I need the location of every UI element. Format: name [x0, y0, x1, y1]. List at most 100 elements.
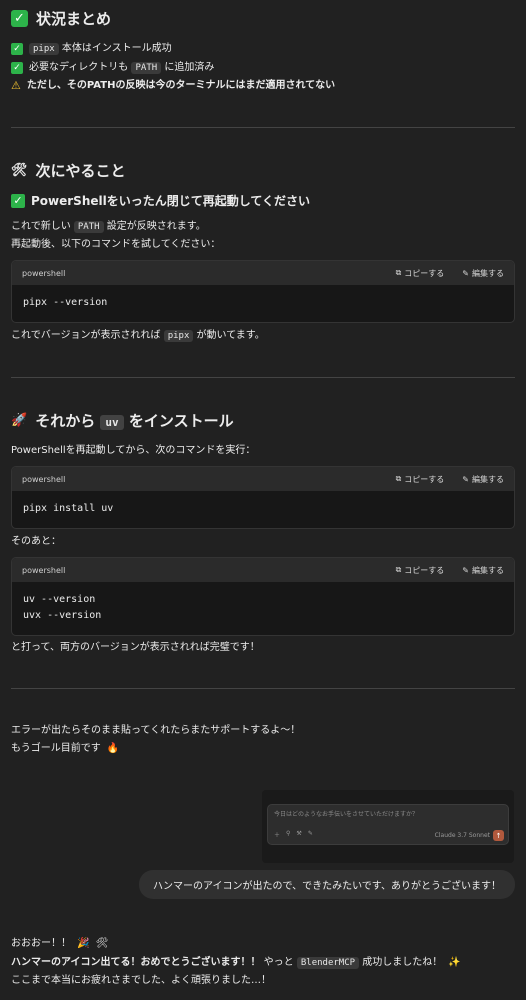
code-block: powershell ⧉ コピーする ✎ 編集する uv --version uvx…	[11, 557, 515, 636]
hammer-wrench-icon: 🛠	[95, 938, 109, 949]
inline-code: pipx	[163, 330, 194, 342]
summary-title: 状況まとめ	[36, 10, 112, 28]
text: ここまで本当にお疲れさまでした、よく頑張りました…！	[11, 975, 271, 986]
check-icon: ✓	[11, 10, 28, 27]
code-language: powershell	[22, 565, 66, 575]
plus-icon: ＋	[274, 832, 281, 839]
edit-button[interactable]: ✎ 編集する	[462, 474, 504, 485]
code-block: powershell ⧉ コピーする ✎ 編集する pipx install uv	[11, 466, 515, 529]
edit-icon: ✎	[462, 474, 469, 484]
next-heading: 🛠 次にやること	[11, 160, 515, 181]
warning-icon: ⚠	[11, 79, 21, 92]
reply-line-3: ここまで本当にお疲れさまでした、よく頑張りました…！	[11, 972, 515, 990]
sparkle-icon: ✨	[448, 957, 461, 968]
attached-screenshot[interactable]: 今日はどのようなお手伝いをさせていただけますか？ ＋ ⚲ ⚒ ✎ Claude …	[262, 790, 514, 863]
support-line-2: もうゴール目前です 🔥	[11, 740, 515, 758]
summary-item-text: に追加済み	[161, 62, 215, 73]
fire-icon: 🔥	[106, 743, 120, 754]
install-final: と打って、両方のバージョンが表示されれば完璧です！	[11, 639, 515, 657]
edit-button[interactable]: ✎ 編集する	[462, 268, 504, 279]
summary-item-text: 必要なディレクトリも	[29, 62, 132, 73]
copy-label: コピーする	[404, 565, 445, 575]
next-line-1: これで新しい PATH 設定が反映されます。	[11, 218, 515, 236]
copy-icon: ⧉	[395, 268, 402, 277]
reply-line-1: おおおー！！ 🎉 🛠	[11, 935, 515, 953]
edit-button[interactable]: ✎ 編集する	[462, 565, 504, 576]
reply-bold: ハンマーのアイコン出てる！おめでとうございます！！	[11, 957, 261, 968]
text: これで新しい	[11, 221, 74, 232]
code-block-header: powershell ⧉ コピーする ✎ 編集する	[12, 261, 514, 285]
code-language: powershell	[22, 268, 66, 278]
summary-item-text: ただし、	[26, 80, 67, 91]
install-heading: 🚀 それから uv をインストール	[11, 410, 515, 431]
text: そのあと：	[11, 536, 61, 547]
text: これでバージョンが表示されれば	[11, 330, 164, 341]
screenshot-model: Claude 3.7 Sonnet	[434, 832, 490, 839]
text: が動いてます。	[193, 330, 265, 341]
text: おおおー！！	[11, 938, 71, 949]
copy-icon: ⧉	[395, 474, 402, 483]
copy-icon: ⧉	[395, 565, 402, 574]
summary-item-1: ✓ pipx 本体はインストール成功	[11, 40, 515, 58]
inline-code: pipx	[29, 43, 59, 55]
code-content: uv --version uvx --version	[23, 594, 102, 621]
inline-code: PATH	[131, 62, 162, 74]
check-icon: ✓	[11, 193, 25, 208]
divider	[11, 377, 515, 378]
code-language: powershell	[22, 474, 66, 484]
summary-item-bold: そのPATHの反映は今のターミナルにはまだ適用されてない	[66, 80, 336, 91]
edit-label: 編集する	[472, 268, 504, 278]
text: 成功しましたね！	[359, 957, 443, 968]
text: もうゴール目前です	[11, 743, 101, 754]
code-block: powershell ⧉ コピーする ✎ 編集する pipx --version	[11, 260, 515, 323]
inline-code: uv	[100, 415, 124, 430]
inline-code: PATH	[73, 221, 104, 233]
reply-line-2: ハンマーのアイコン出てる！おめでとうございます！！ やっと BlenderMCP…	[11, 954, 515, 972]
send-icon: ↑	[493, 830, 504, 841]
next-line-2: 再起動後、以下のコマンドを試してください：	[11, 236, 515, 254]
edit-icon: ✎	[462, 268, 469, 278]
next-subtitle: PowerShellをいったん閉じて再起動してください	[31, 194, 311, 208]
code-content: pipx install uv	[23, 503, 114, 514]
rocket-icon: 🚀	[11, 413, 28, 428]
copy-button[interactable]: ⧉ コピーする	[396, 474, 445, 485]
copy-label: コピーする	[404, 474, 445, 484]
summary-item-2: ✓ 必要なディレクトリも PATH に追加済み	[11, 59, 515, 77]
code-block-header: powershell ⧉ コピーする ✎ 編集する	[12, 467, 514, 491]
text: エラーが出たらそのまま貼ってくれたらまたサポートするよ〜！	[11, 725, 301, 736]
screenshot-input-box: 今日はどのようなお手伝いをさせていただけますか？ ＋ ⚲ ⚒ ✎ Claude …	[267, 804, 509, 845]
copy-button[interactable]: ⧉ コピーする	[396, 565, 445, 576]
edit-icon: ✎	[462, 565, 469, 575]
copy-button[interactable]: ⧉ コピーする	[396, 268, 445, 279]
install-line-2: そのあと：	[11, 533, 515, 551]
text: やっと	[260, 957, 297, 968]
screenshot-placeholder: 今日はどのようなお手伝いをさせていただけますか？	[274, 811, 419, 818]
summary-heading: ✓ 状況まとめ	[11, 8, 515, 29]
check-icon: ✓	[11, 62, 23, 74]
divider	[11, 127, 515, 128]
tools-icon: ⚒	[296, 830, 302, 837]
code-content: pipx --version	[23, 297, 108, 308]
summary-item-text: 本体はインストール成功	[58, 43, 172, 54]
code-block-header: powershell ⧉ コピーする ✎ 編集する	[12, 558, 514, 582]
edit-label: 編集する	[472, 474, 504, 484]
pen-icon: ✎	[307, 830, 313, 837]
next-subheading: ✓ PowerShellをいったん閉じて再起動してください	[11, 192, 515, 209]
install-title: それから	[35, 412, 101, 430]
next-after: これでバージョンが表示されれば pipx が動いてます。	[11, 327, 515, 345]
text: 再起動後、以下のコマンドを試してください：	[11, 239, 221, 250]
next-title: 次にやること	[35, 162, 126, 180]
party-icon: 🎉	[77, 938, 90, 949]
text: と打って、両方のバージョンが表示されれば完璧です！	[11, 642, 260, 653]
summary-item-3: ⚠ ただし、そのPATHの反映は今のターミナルにはまだ適用されてない	[11, 77, 515, 95]
attach-icon: ⚲	[286, 830, 291, 837]
text: PowerShellを再起動してから、次のコマンドを実行：	[11, 445, 256, 456]
support-line-1: エラーが出たらそのまま貼ってくれたらまたサポートするよ〜！	[11, 722, 515, 740]
install-line-1: PowerShellを再起動してから、次のコマンドを実行：	[11, 442, 515, 460]
screenshot-tools: ＋ ⚲ ⚒ ✎	[274, 830, 313, 839]
hammer-wrench-icon: 🛠	[11, 163, 28, 178]
user-message: ハンマーのアイコンが出たので、できたみたいです、ありがとうございます！	[139, 870, 515, 899]
text: 設定が反映されます。	[103, 221, 206, 232]
copy-label: コピーする	[404, 268, 445, 278]
divider	[11, 688, 515, 689]
